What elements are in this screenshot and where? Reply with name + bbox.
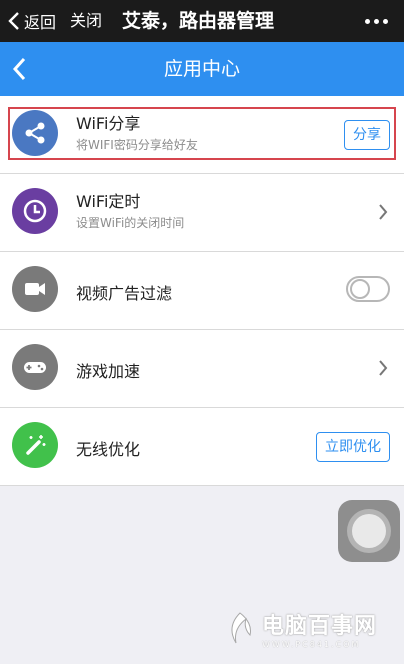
item-title: 游戏加速 [76,362,141,381]
chevron-right-icon[interactable] [378,203,388,221]
gamepad-icon [12,344,58,390]
chevron-right-icon[interactable] [378,359,388,377]
optimize-now-button[interactable]: 立即优化 [316,432,390,462]
item-title: 无线优化 [76,440,141,459]
video-ad-filter-toggle[interactable] [346,276,390,302]
watermark-text: 电脑百事网 [262,613,378,639]
wechat-back-label: 返回 [24,13,57,32]
item-title: WiFi定时 [76,192,141,211]
back-arrow-icon [8,12,19,30]
wechat-close-button[interactable]: 关闭 [70,0,102,42]
clock-icon [12,188,58,234]
list-item-wireless-optimize: 无线优化 立即优化 [0,408,404,486]
watermark: 电脑百事网 WWW.PC841.COM [224,604,377,652]
wechat-page-title: 艾泰，路由器管理 [122,10,275,32]
share-button[interactable]: 分享 [344,120,390,150]
video-camera-icon [12,266,58,312]
item-subtitle: 设置WiFi的关闭时间 [76,216,185,230]
toggle-knob [350,279,370,299]
list-item-wifi-timer[interactable]: WiFi定时 设置WiFi的关闭时间 [0,174,404,252]
wechat-top-bar: 返回 关闭 艾泰，路由器管理 [0,0,404,42]
page-title: 应用中心 [163,58,240,80]
list-item-video-ad-filter: 视频广告过滤 [0,252,404,330]
item-title: 视频广告过滤 [76,284,173,303]
watermark-url: WWW.PC841.COM [262,639,361,649]
magic-wand-icon [12,422,58,468]
assistive-touch-button[interactable] [338,500,400,562]
more-options-icon[interactable] [365,0,388,42]
list-item-wifi-share[interactable]: WiFi分享 将WIFI密码分享给好友 分享 [0,96,404,174]
item-subtitle: 将WIFI密码分享给好友 [76,138,198,152]
wechat-back-button[interactable]: 返回 [8,0,56,42]
app-header: 应用中心 [0,42,404,96]
list-item-game-boost[interactable]: 游戏加速 [0,330,404,408]
item-title: WiFi分享 [76,114,141,133]
share-icon [12,110,58,156]
app-list: WiFi分享 将WIFI密码分享给好友 分享 WiFi定时 设置WiFi的关闭时… [0,96,404,486]
watermark-logo [231,612,251,644]
